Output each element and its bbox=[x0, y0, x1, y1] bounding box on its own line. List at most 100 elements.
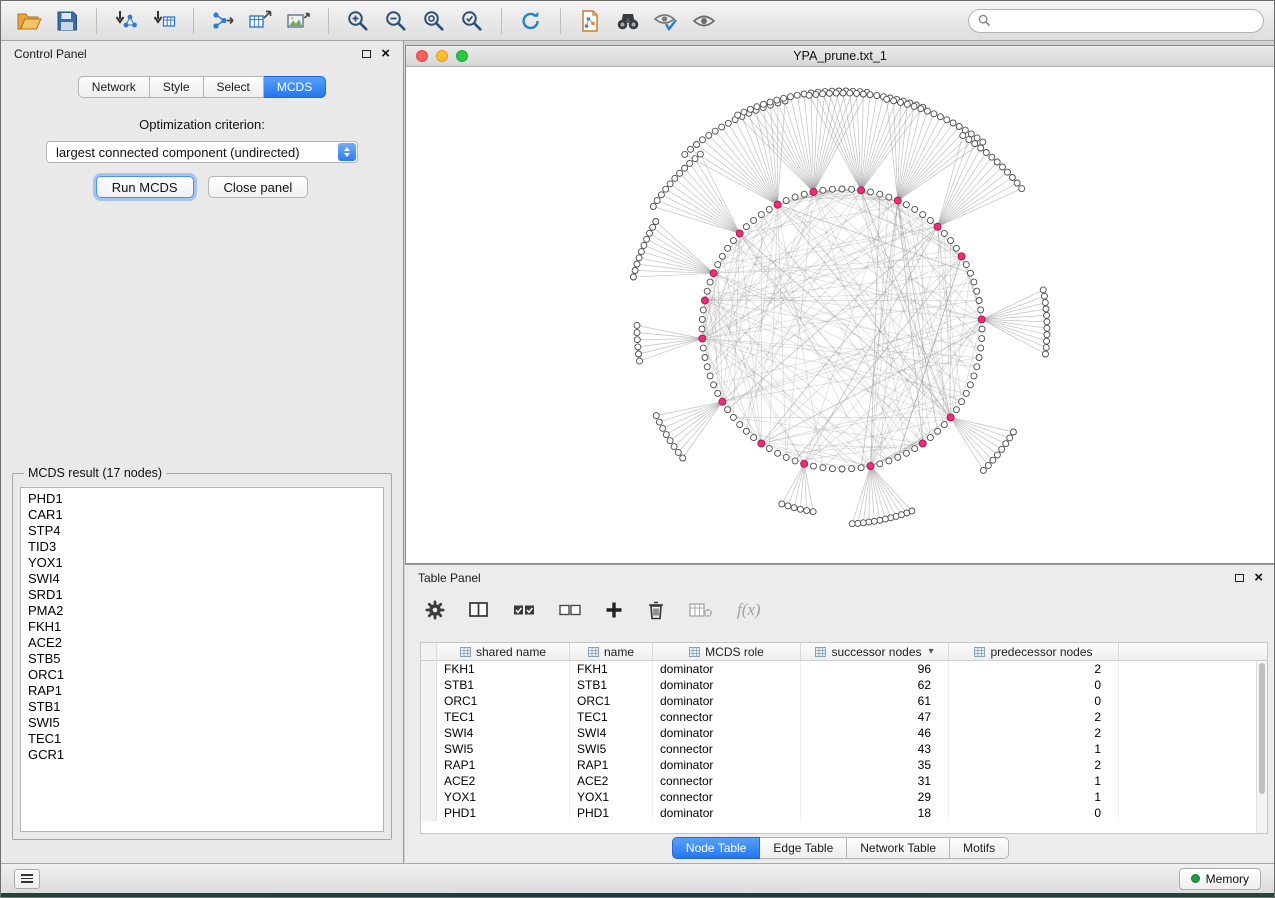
network-hub-node[interactable] bbox=[699, 335, 706, 342]
network-node[interactable] bbox=[840, 90, 846, 96]
network-node[interactable] bbox=[849, 521, 855, 527]
network-node[interactable] bbox=[774, 97, 780, 103]
network-node[interactable] bbox=[874, 93, 880, 99]
network-node[interactable] bbox=[636, 351, 642, 357]
network-hub-node[interactable] bbox=[774, 201, 781, 208]
network-node[interactable] bbox=[941, 230, 947, 236]
network-node[interactable] bbox=[656, 419, 662, 425]
mcds-result-item[interactable]: ORC1 bbox=[28, 667, 376, 683]
close-panel-icon[interactable]: × bbox=[1254, 573, 1263, 583]
network-hub-node[interactable] bbox=[810, 188, 817, 195]
network-node[interactable] bbox=[1044, 338, 1050, 344]
network-node[interactable] bbox=[704, 288, 710, 294]
network-node[interactable] bbox=[730, 414, 736, 420]
network-node[interactable] bbox=[960, 133, 966, 139]
network-window-titlebar[interactable]: YPA_prune.txt_1 bbox=[406, 46, 1274, 67]
network-node[interactable] bbox=[877, 461, 883, 467]
zoom-out-button[interactable] bbox=[378, 5, 414, 37]
network-node[interactable] bbox=[974, 364, 980, 370]
network-node[interactable] bbox=[697, 151, 703, 157]
network-node[interactable] bbox=[775, 450, 781, 456]
network-hub-node[interactable] bbox=[958, 253, 965, 260]
memory-button[interactable]: Memory bbox=[1179, 868, 1261, 890]
network-node[interactable] bbox=[711, 382, 717, 388]
network-node[interactable] bbox=[794, 92, 800, 98]
tab-network[interactable]: Network bbox=[78, 76, 150, 98]
network-node[interactable] bbox=[747, 106, 753, 112]
network-node[interactable] bbox=[912, 206, 918, 212]
network-node[interactable] bbox=[667, 438, 673, 444]
network-node[interactable] bbox=[647, 230, 653, 236]
network-node[interactable] bbox=[751, 217, 757, 223]
network-node[interactable] bbox=[781, 95, 787, 101]
tab-node-table[interactable]: Node Table bbox=[672, 837, 761, 859]
network-node[interactable] bbox=[979, 326, 985, 332]
network-node[interactable] bbox=[634, 322, 640, 328]
network-node[interactable] bbox=[1005, 169, 1011, 175]
network-node[interactable] bbox=[978, 307, 984, 313]
table-row[interactable]: STB1STB1dominator620 bbox=[421, 677, 1267, 693]
network-node[interactable] bbox=[725, 245, 731, 251]
network-node[interactable] bbox=[963, 262, 969, 268]
network-node[interactable] bbox=[1007, 435, 1013, 441]
network-node[interactable] bbox=[687, 160, 693, 166]
network-node[interactable] bbox=[976, 355, 982, 361]
open-folder-button[interactable] bbox=[11, 5, 47, 37]
close-panel-icon[interactable]: × bbox=[381, 49, 390, 59]
global-search[interactable] bbox=[968, 9, 1264, 33]
network-node[interactable] bbox=[849, 466, 855, 472]
network-node[interactable] bbox=[855, 520, 861, 526]
network-node[interactable] bbox=[820, 187, 826, 193]
network-node[interactable] bbox=[644, 236, 650, 242]
network-node[interactable] bbox=[974, 288, 980, 294]
tab-network-table[interactable]: Network Table bbox=[847, 837, 950, 859]
mcds-result-item[interactable]: YOX1 bbox=[28, 555, 376, 571]
unselect-all-columns-button[interactable] bbox=[559, 603, 581, 617]
network-node[interactable] bbox=[677, 170, 683, 176]
network-node[interactable] bbox=[658, 192, 664, 198]
network-node[interactable] bbox=[704, 364, 710, 370]
network-node[interactable] bbox=[741, 109, 747, 115]
column-menu-icon[interactable]: ▾ bbox=[929, 646, 934, 657]
zoom-selected-button[interactable] bbox=[454, 5, 490, 37]
network-node[interactable] bbox=[766, 446, 772, 452]
network-node[interactable] bbox=[801, 191, 807, 197]
network-node[interactable] bbox=[941, 422, 947, 428]
network-node[interactable] bbox=[866, 519, 872, 525]
network-node[interactable] bbox=[1041, 293, 1047, 299]
network-node[interactable] bbox=[911, 103, 917, 109]
network-node[interactable] bbox=[971, 279, 977, 285]
network-node[interactable] bbox=[692, 156, 698, 162]
network-node[interactable] bbox=[966, 137, 972, 143]
network-node[interactable] bbox=[994, 452, 1000, 458]
network-node[interactable] bbox=[994, 159, 1000, 165]
delete-column-button[interactable] bbox=[647, 600, 665, 620]
mcds-result-item[interactable]: PMA2 bbox=[28, 603, 376, 619]
network-node[interactable] bbox=[1044, 325, 1050, 331]
network-node[interactable] bbox=[653, 413, 659, 419]
table-row[interactable]: SWI5SWI5connector431 bbox=[421, 741, 1267, 757]
network-node[interactable] bbox=[868, 189, 874, 195]
tab-motifs[interactable]: Motifs bbox=[950, 837, 1009, 859]
network-node[interactable] bbox=[944, 117, 950, 123]
run-mcds-button[interactable]: Run MCDS bbox=[96, 176, 194, 198]
network-node[interactable] bbox=[810, 509, 816, 515]
network-node[interactable] bbox=[1010, 429, 1016, 435]
network-node[interactable] bbox=[671, 444, 677, 450]
mcds-result-item[interactable]: STB5 bbox=[28, 651, 376, 667]
network-node[interactable] bbox=[779, 501, 785, 507]
table-scrollbar[interactable] bbox=[1256, 661, 1267, 833]
network-node[interactable] bbox=[634, 337, 640, 343]
network-hub-node[interactable] bbox=[801, 460, 808, 467]
network-node[interactable] bbox=[680, 455, 686, 461]
network-node[interactable] bbox=[791, 505, 797, 511]
network-node[interactable] bbox=[806, 92, 812, 98]
column-header-shared-name[interactable]: shared name bbox=[437, 643, 570, 661]
network-node[interactable] bbox=[632, 268, 638, 274]
network-node[interactable] bbox=[634, 330, 640, 336]
network-node[interactable] bbox=[641, 242, 647, 248]
network-node[interactable] bbox=[730, 238, 736, 244]
network-node[interactable] bbox=[758, 212, 764, 218]
mcds-result-item[interactable]: SRD1 bbox=[28, 587, 376, 603]
network-node[interactable] bbox=[974, 135, 980, 141]
